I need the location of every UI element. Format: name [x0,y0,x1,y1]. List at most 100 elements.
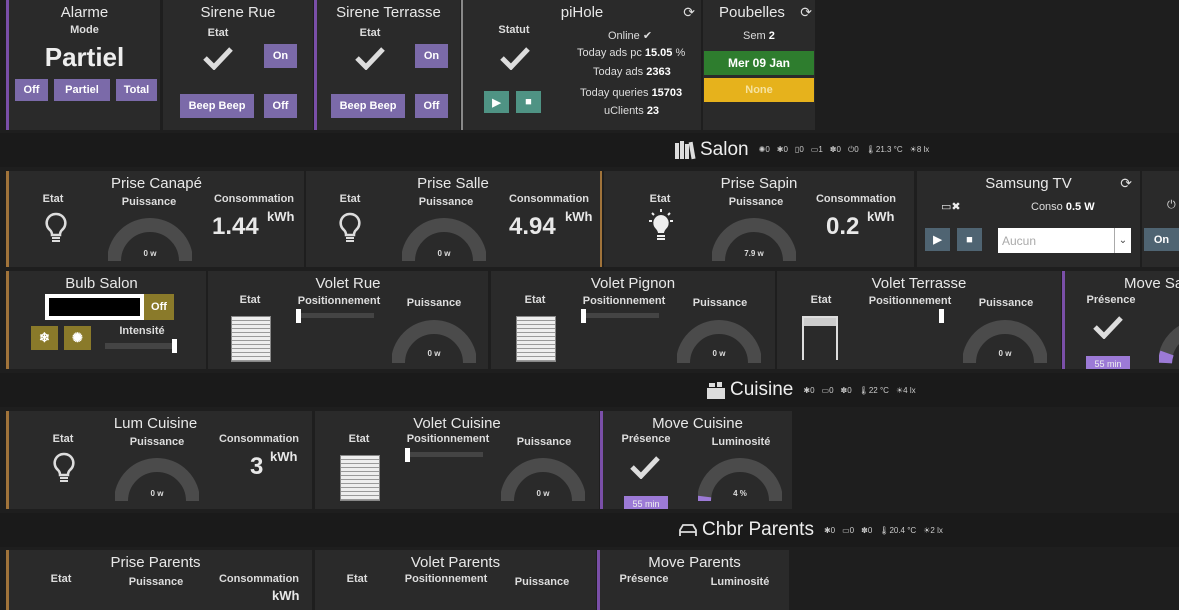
position-slider[interactable] [296,313,374,318]
move-parents-tile: Move Parents Présence Luminosité [597,550,789,610]
tile-title: Sirene Terrasse [336,4,441,21]
tile-title: Prise Canapé [111,175,202,192]
refresh-icon[interactable]: ⟳ [800,4,812,21]
motion-stat: ✱0 [803,385,815,395]
tile-title: Poubelles [719,4,785,21]
etat-label: Etat [346,573,368,585]
volet-rue-tile: Volet Rue Etat Positionnement Puissance … [208,271,488,369]
sirene-off-button[interactable]: Off [415,94,448,118]
gauge-value: 0 w [536,489,550,498]
samsung-tv-tile: Samsung TV ⟳ ▭✖ Conso 0.5 W ▶ ■ Aucun ⌄ [917,171,1140,267]
consommation-label: Consommation [213,193,295,205]
presence-badge: 55 min [1086,356,1130,369]
lum-cuisine-tile: Lum Cuisine Etat Puissance 0 w Consommat… [6,411,312,509]
slider-thumb[interactable] [405,448,410,462]
source-select[interactable]: Aucun ⌄ [998,228,1131,253]
tile-title: piHole [560,4,604,21]
shutter-icon [340,455,380,501]
bulb-on-icon [649,209,673,240]
room-header-salon: Salon ✺0 ✱0 ▯0 ▭1 ✽0 ⏻0 🌡21.3 °C ☀8 lx [674,138,929,162]
etat-label: Etat [207,27,229,39]
etat-label: Etat [524,294,546,306]
check-icon [1093,316,1123,339]
tv-off-icon: ▭✖ [941,201,961,213]
tile-title: Sirene Rue [200,4,276,21]
slider-thumb[interactable] [172,339,177,353]
bulb-icon [53,452,75,482]
pihole-tile: piHole ⟳ Statut ▶ ■ Online ✔ Today ads p… [461,0,701,130]
beep-beep-button[interactable]: Beep Beep [180,94,254,118]
lux-stat: ☀4 lx [895,385,916,395]
ads-pc-row: Today ads pc 15.05 % [577,47,686,59]
sirene-on-button[interactable]: On [264,44,297,68]
sem-row: Sem 2 [743,30,775,42]
tile-title: Lum Cuisine [113,415,198,432]
consommation-value: 0.2 [826,213,860,240]
slider-thumb[interactable] [581,309,586,323]
check-icon [500,47,530,70]
position-slider[interactable] [581,313,659,318]
shutter-stat: ▭0 [821,385,834,395]
luminosite-label: Luminosité [710,576,770,588]
online-status: Online ✔ [608,30,653,42]
slider-thumb[interactable] [939,309,944,323]
puissance-label: Puissance [128,576,184,588]
consommation-value: 1.44 [212,213,259,240]
tile-title: Move Parents [648,554,741,571]
presence-label: Présence [621,433,671,445]
sirene-on-button[interactable]: On [415,44,448,68]
luminosite-label: Luminosité [711,436,771,448]
sirene-off-button[interactable]: Off [264,94,297,118]
bulb-stat: ✽0 [861,525,873,535]
color-swatch[interactable] [45,294,144,320]
alarme-tile: Alarme Mode Partiel Off Partiel Total [6,0,160,130]
bulb-off-button[interactable]: Off [144,294,174,320]
consommation-unit: kWh [565,209,593,224]
position-label: Positionnement [868,295,952,307]
conso-row: Conso 0.5 W [1031,201,1095,213]
etat-label: Etat [239,294,261,306]
motion-stat: ✱0 [823,525,836,535]
puissance-label: Puissance [129,436,185,448]
alarm-off-button[interactable]: Off [15,79,48,101]
gauge-value: 7.9 w [744,249,764,258]
temperature-stat: 🌡22 °C [858,385,889,395]
room-separator [0,513,1179,547]
slider-thumb[interactable] [296,309,301,323]
prise-salle-tile: Prise Salle Etat Puissance 0 w Consommat… [306,171,602,267]
room-stats: ✺0 ✱0 ▯0 ▭1 ✽0 ⏻0 🌡21.3 °C ☀8 lx [759,145,930,155]
play-button[interactable]: ▶ [925,228,950,251]
ads-row: Today ads 2363 [593,66,671,78]
etat-label: Etat [359,27,381,39]
consommation-unit: kWh [272,588,300,603]
beep-beep-button[interactable]: Beep Beep [331,94,405,118]
alarm-total-button[interactable]: Total [116,79,157,101]
position-slider[interactable] [405,452,483,457]
intensity-slider[interactable] [105,343,175,349]
refresh-icon[interactable]: ⟳ [683,4,695,21]
room-header-chbr-parents: Chbr Parents ✱0 ▭0 ✽0 🌡20.4 °C ☀2 lx [678,518,943,542]
consommation-label: Consommation [218,433,300,445]
refresh-icon[interactable]: ⟳ [1120,175,1132,192]
room-separator [0,373,1179,407]
alarm-partiel-button[interactable]: Partiel [54,79,110,101]
bulb-icon [339,212,361,242]
volet-cuisine-tile: Volet Cuisine Etat Positionnement Puissa… [315,411,599,509]
room-name: Chbr Parents [702,519,814,540]
stop-button[interactable]: ■ [516,91,541,113]
consommation-unit: kWh [867,209,895,224]
stop-button[interactable]: ■ [957,228,982,251]
play-button[interactable]: ▶ [484,91,509,113]
plug-stat: ⏻0 [847,145,859,154]
mode-value: Partiel [44,42,125,72]
sirene-rue-tile: Sirene Rue Etat On Beep Beep Off [163,0,313,130]
on-button[interactable]: On [1144,228,1179,251]
sirene-terrasse-tile: Sirene Terrasse Etat On Beep Beep Off [314,0,460,130]
snowflake-icon[interactable]: ❄ [31,326,58,350]
books-icon [675,141,696,160]
bulb-salon-tile: Bulb Salon Off ❄ ✺ Intensité [6,271,206,369]
etat-label: Etat [52,433,74,445]
presence-label: Présence [1086,294,1136,306]
sun-icon[interactable]: ✺ [64,326,91,350]
tile-title: Alarme [60,4,109,21]
